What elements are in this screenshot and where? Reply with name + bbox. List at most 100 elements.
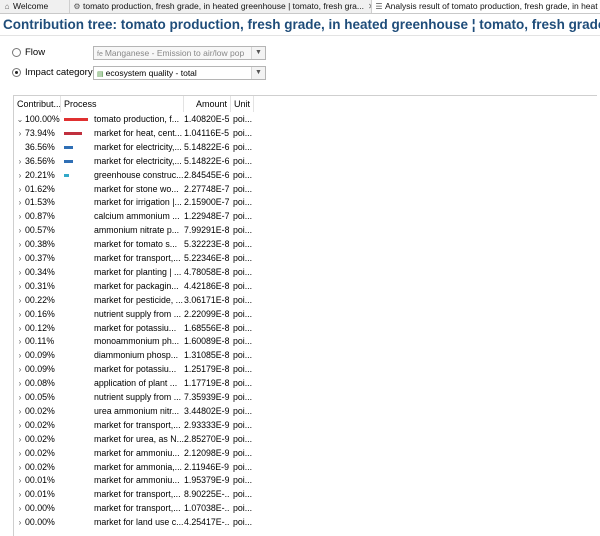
chevron-down-icon[interactable]: ⌄ [16,113,24,127]
unit-value: poi... [233,350,253,361]
table-row[interactable]: › 36.56% market for electricity,... 5.14822… [14,155,597,169]
chevron-down-icon[interactable]: ▼ [251,47,265,59]
chevron-right-icon[interactable]: › [16,349,24,363]
chevron-right-icon[interactable]: › [16,461,24,475]
table-row[interactable]: › 00.12% market for potassiu... 1.68556E-8 p… [14,322,597,336]
table-row[interactable]: › 00.08% application of plant ... 1.17719E-… [14,377,597,391]
process-name: diammonium phosp... [94,350,179,361]
unit-value: poi... [233,211,253,222]
column-header-process[interactable]: Process [61,96,184,112]
tab-welcome[interactable]: ⌂ Welcome [0,0,70,13]
flow-radio[interactable] [12,48,21,57]
chevron-right-icon[interactable]: › [16,488,24,502]
amount-value: 1.60089E-8 [184,336,229,347]
tab-analysis-label: Analysis result of tomato production, fr… [385,1,598,11]
amount-value: 2.85270E-9 [184,433,229,444]
tab-welcome-label: Welcome [13,1,49,11]
chevron-right-icon[interactable]: › [16,266,24,280]
chevron-right-icon[interactable]: › [16,419,24,433]
table-row[interactable]: › 00.37% market for transport,... 5.22346E-… [14,252,597,266]
table-row[interactable]: › 00.57% ammonium nitrate p... 7.99291E-8 po… [14,224,597,238]
chevron-right-icon[interactable]: › [16,252,24,266]
contribution-value: 00.02% [25,419,55,430]
chevron-right-icon[interactable]: › [16,474,24,488]
chevron-right-icon[interactable]: › [16,183,24,197]
impact-category-label: Impact category [25,67,93,78]
chevron-right-icon[interactable]: › [16,238,24,252]
unit-value: poi... [233,503,253,514]
table-row[interactable]: › 00.02% market for urea, as N... 2.85270E-… [14,433,597,447]
tab-process[interactable]: ⚙ tomato production, fresh grade, in heat… [70,0,372,13]
table-row[interactable]: › 00.38% market for tomato s... 5.32223E-8 p… [14,238,597,252]
process-name: market for packagin... [94,280,179,291]
chevron-right-icon[interactable]: › [16,155,24,169]
table-row[interactable]: › 01.53% market for irrigation |... 2.15900… [14,196,597,210]
chevron-right-icon[interactable]: › [16,308,24,322]
table-row[interactable]: › 00.01% market for transport,... 8.90225E-… [14,488,597,502]
table-row[interactable]: › 00.00% market for land use c... 4.25417E-… [14,516,597,530]
amount-value: 5.14822E-6 [184,141,229,152]
table-row[interactable]: › 00.02% market for ammonia,... 2.11946E-9 p… [14,461,597,475]
contribution-value: 00.02% [25,447,55,458]
table-row[interactable]: › 00.11% monoammonium ph... 1.60089E-8 poi..… [14,335,597,349]
chevron-right-icon[interactable]: › [16,335,24,349]
table-row[interactable]: › 00.09% market for potassiu... 1.25179E-8 p… [14,363,597,377]
table-row[interactable]: › 00.09% diammonium phosp... 1.31085E-8 poi.… [14,349,597,363]
chevron-right-icon[interactable]: › [16,391,24,405]
table-row[interactable]: ⌄ 100.00% tomato production, f... 1.40820E-… [14,113,597,127]
table-row[interactable]: › 00.02% urea ammonium nitr... 3.44802E-9 po… [14,405,597,419]
table-row[interactable]: › 00.01% market for ammoniu... 1.95379E-9 po… [14,474,597,488]
process-name: ammonium nitrate p... [94,225,180,236]
unit-value: poi... [233,392,253,402]
chevron-right-icon[interactable]: › [16,377,24,391]
table-row[interactable]: › 00.22% market for pesticide, ... 3.06171E… [14,294,597,308]
impact-category-option[interactable]: Impact category [12,66,93,80]
impact-category-select-value: ecosystem quality - total [105,68,197,78]
impact-category-radio[interactable] [12,68,21,77]
table-row[interactable]: › 00.05% nutrient supply from ... 7.35939E-… [14,391,597,405]
chevron-right-icon[interactable]: › [16,294,24,308]
tab-analysis-result[interactable]: ☰ Analysis result of tomato production, f… [372,0,600,13]
chevron-right-icon[interactable]: › [16,447,24,461]
chevron-down-icon[interactable]: ▼ [251,67,265,79]
chevron-right-icon[interactable]: › [16,127,24,141]
unit-value: poi... [233,405,253,416]
chevron-right-icon[interactable]: › [16,502,24,516]
contribution-value: 00.38% [25,239,55,250]
amount-value: 1.07038E-... [184,503,229,514]
chevron-right-icon[interactable]: › [16,363,24,377]
welcome-icon: ⌂ [4,2,10,11]
contribution-value: 00.02% [25,433,55,444]
column-header-unit[interactable]: Unit [231,96,254,112]
process-name: market for ammoniu... [94,475,180,486]
table-row[interactable]: › 00.34% market for planting | ... 4.78058E… [14,266,597,280]
table-row[interactable]: › 00.87% calcium ammonium ... 1.22948E-7 poi… [14,210,597,224]
chevron-right-icon[interactable]: › [16,405,24,419]
table-row[interactable]: › 20.21% greenhouse construc... 2.84545E-6 p… [14,169,597,183]
process-name: market for pesticide, ... [94,294,183,305]
column-header-contribution[interactable]: Contribut... [14,96,61,112]
chevron-right-icon[interactable]: › [16,433,24,447]
flow-select[interactable]: fe Manganese - Emission to air/low pop ▼ [93,46,266,60]
chevron-right-icon[interactable]: › [16,210,24,224]
table-row[interactable]: 36.56% market for electricity,... 5.14822E… [14,141,597,155]
table-row[interactable]: › 00.00% market for transport,... 1.07038E-… [14,502,597,516]
column-header-amount[interactable]: Amount [184,96,231,112]
impact-category-select[interactable]: ▤ ecosystem quality - total ▼ [93,66,266,80]
flow-option[interactable]: Flow [12,46,45,60]
chevron-right-icon[interactable]: › [16,196,24,210]
table-row[interactable]: › 00.31% market for packagin... 4.42186E-8 p… [14,280,597,294]
amount-value: 7.35939E-9 [184,392,229,402]
table-row[interactable]: › 00.02% market for transport,... 2.93333E-… [14,419,597,433]
chevron-right-icon[interactable]: › [16,516,24,530]
chevron-right-icon[interactable]: › [16,280,24,294]
unit-value: poi... [233,517,253,528]
table-row[interactable]: › 01.62% market for stone wo... 2.27748E-7 p… [14,183,597,197]
table-row[interactable]: › 00.16% nutrient supply from ... 2.22099E-… [14,308,597,322]
chevron-right-icon[interactable]: › [16,322,24,336]
table-row[interactable]: › 00.02% market for ammoniu... 2.12098E-9 po… [14,447,597,461]
table-row[interactable]: › 73.94% market for heat, cent... 1.04116E-… [14,127,597,141]
contribution-value: 00.02% [25,461,55,472]
chevron-right-icon[interactable]: › [16,224,24,238]
chevron-right-icon[interactable]: › [16,169,24,183]
